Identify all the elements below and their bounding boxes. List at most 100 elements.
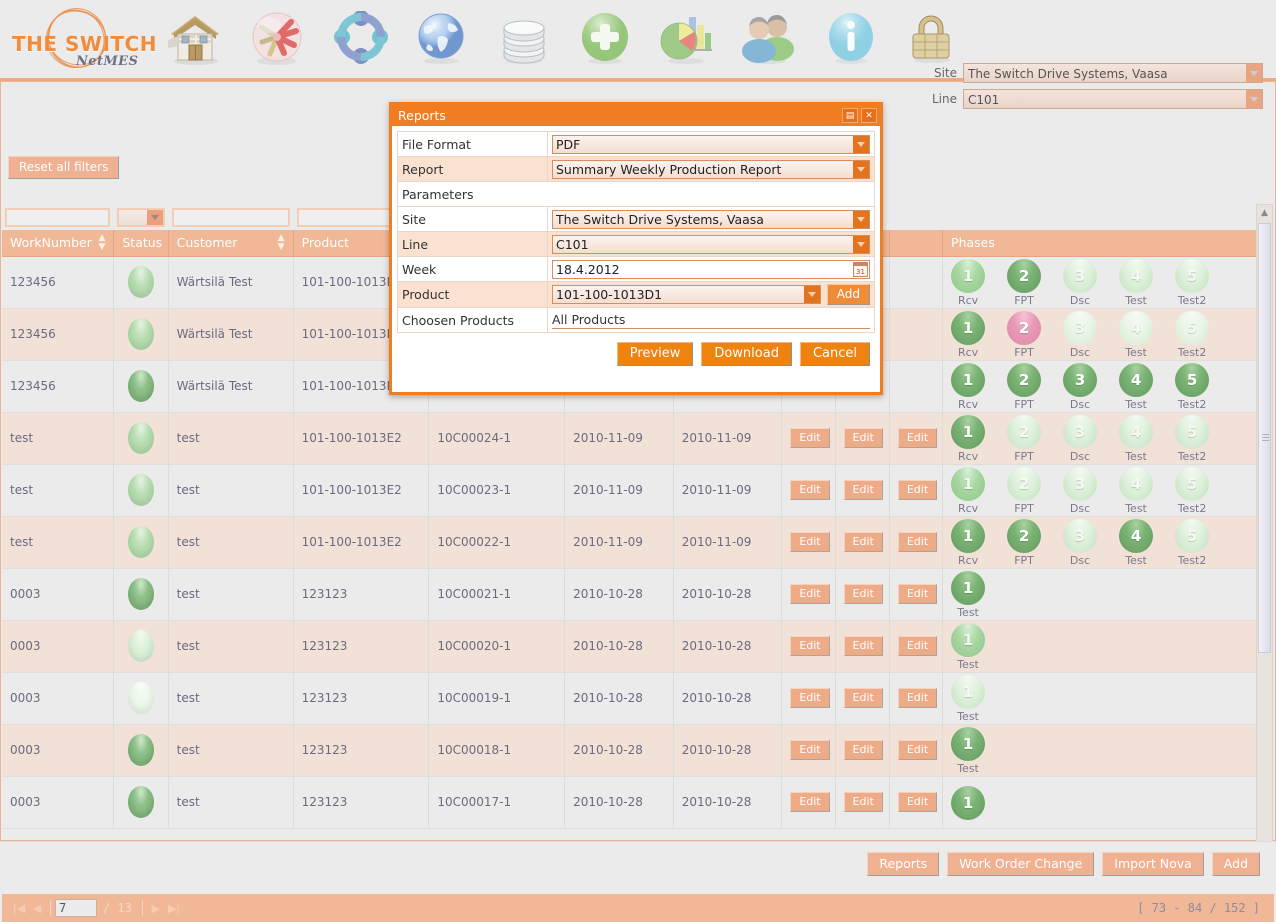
- table-row[interactable]: 0003 test 123123 10C00019-1 2010-10-28 2010-1…: [2, 672, 1257, 725]
- globe-icon[interactable]: [410, 8, 472, 70]
- edit-button[interactable]: Edit: [897, 532, 938, 552]
- edit-button[interactable]: Edit: [790, 584, 830, 604]
- param-week-input[interactable]: 18.4.2012 31: [552, 259, 870, 279]
- phase-item[interactable]: 5 Test2: [1175, 415, 1210, 463]
- scroll-up-arrow-icon[interactable]: ▲: [1257, 205, 1272, 221]
- phase-item[interactable]: 2 FPT: [1007, 467, 1042, 515]
- edit-button[interactable]: Edit: [843, 688, 883, 708]
- phase-item[interactable]: 3 Dsc: [1063, 415, 1098, 463]
- phase-item[interactable]: 2 FPT: [1007, 519, 1042, 567]
- lock-icon[interactable]: [900, 8, 962, 70]
- phase-item[interactable]: 2 FPT: [1007, 415, 1042, 463]
- lifering-icon[interactable]: [330, 8, 392, 70]
- filter-text-input[interactable]: [5, 207, 111, 227]
- phase-item[interactable]: 5 Test2: [1175, 311, 1210, 359]
- phase-item[interactable]: 1 Test: [951, 623, 986, 671]
- file-format-select[interactable]: PDF: [552, 134, 870, 154]
- phase-item[interactable]: 1 Test: [951, 571, 986, 619]
- pager-prev-button[interactable]: ◀: [28, 899, 46, 917]
- phase-item[interactable]: 3 Dsc: [1063, 467, 1098, 515]
- site-filter-select[interactable]: The Switch Drive Systems, Vaasa: [963, 63, 1263, 83]
- phase-item[interactable]: 2 FPT: [1007, 363, 1042, 411]
- phase-item[interactable]: 3 Dsc: [1063, 259, 1098, 307]
- edit-button[interactable]: Edit: [843, 532, 883, 552]
- phase-item[interactable]: 4 Test: [1119, 519, 1154, 567]
- phase-item[interactable]: 5 Test2: [1175, 363, 1210, 411]
- phase-item[interactable]: 1 Test: [951, 675, 986, 723]
- column-header-worknumber[interactable]: WorkNumber ▲ ▼: [2, 230, 115, 257]
- phase-item[interactable]: 2 FPT: [1007, 259, 1042, 307]
- edit-button[interactable]: Edit: [843, 792, 883, 812]
- edit-button[interactable]: Edit: [897, 688, 938, 708]
- table-row[interactable]: 0003 test 123123 10C00018-1 2010-10-28 2010-1…: [2, 724, 1257, 777]
- preview-button[interactable]: Preview: [616, 342, 694, 366]
- edit-button[interactable]: Edit: [790, 428, 830, 448]
- add-icon[interactable]: [574, 8, 636, 70]
- work-order-change-button[interactable]: Work Order Change: [947, 852, 1095, 876]
- reports-button[interactable]: Reports: [867, 852, 940, 876]
- edit-button[interactable]: Edit: [897, 636, 938, 656]
- table-row[interactable]: 0003 test 123123 10C00017-1 2010-10-28 2010-1…: [2, 776, 1257, 829]
- close-icon[interactable]: ✕: [861, 108, 877, 123]
- column-header-phases[interactable]: Phases: [942, 230, 1257, 257]
- scrollbar-thumb[interactable]: [1258, 223, 1271, 653]
- column-header-customer[interactable]: Customer ▲ ▼: [168, 230, 294, 257]
- edit-button[interactable]: Edit: [897, 480, 938, 500]
- table-row[interactable]: 0003 test 123123 10C00021-1 2010-10-28 2010-1…: [2, 568, 1257, 621]
- download-button[interactable]: Download: [701, 342, 792, 366]
- edit-button[interactable]: Edit: [790, 688, 830, 708]
- phase-item[interactable]: 5 Test2: [1175, 467, 1210, 515]
- edit-button[interactable]: Edit: [790, 532, 830, 552]
- phase-item[interactable]: 1 Rcv: [951, 519, 986, 567]
- edit-button[interactable]: Edit: [790, 480, 830, 500]
- edit-button[interactable]: Edit: [897, 792, 938, 812]
- edit-button[interactable]: Edit: [843, 480, 883, 500]
- pager-page-input[interactable]: [55, 899, 97, 917]
- edit-button[interactable]: Edit: [790, 740, 830, 760]
- edit-button[interactable]: Edit: [843, 584, 883, 604]
- edit-button[interactable]: Edit: [790, 636, 830, 656]
- table-row[interactable]: test test 101-100-1013E2 10C00023-1 2010-11-…: [2, 464, 1257, 517]
- phase-item[interactable]: 3 Dsc: [1063, 311, 1098, 359]
- phase-item[interactable]: 4 Test: [1119, 259, 1154, 307]
- restore-icon[interactable]: ▤: [842, 108, 858, 123]
- phase-item[interactable]: 1 Rcv: [951, 415, 986, 463]
- filter-status-dropdown[interactable]: [117, 207, 165, 227]
- line-filter-select[interactable]: C101: [963, 89, 1263, 109]
- phase-item[interactable]: 4 Test: [1119, 415, 1154, 463]
- info-icon[interactable]: [820, 8, 882, 70]
- reports-dialog-titlebar[interactable]: Reports ▤ ✕: [392, 105, 880, 126]
- table-row[interactable]: 0003 test 123123 10C00020-1 2010-10-28 2010-1…: [2, 620, 1257, 673]
- edit-button[interactable]: Edit: [790, 792, 830, 812]
- sort-arrows-icon[interactable]: ▲▼: [98, 233, 105, 252]
- report-select[interactable]: Summary Weekly Production Report: [552, 159, 870, 179]
- edit-button[interactable]: Edit: [843, 636, 883, 656]
- edit-button[interactable]: Edit: [897, 428, 938, 448]
- phase-item[interactable]: 1 Test: [951, 727, 986, 775]
- param-product-select[interactable]: 101-100-1013D1: [552, 285, 821, 304]
- grid-vertical-scrollbar[interactable]: ▲ ▼: [1256, 204, 1273, 892]
- table-row[interactable]: test test 101-100-1013E2 10C00022-1 2010-11-…: [2, 516, 1257, 569]
- phase-item[interactable]: 4 Test: [1119, 311, 1154, 359]
- phase-item[interactable]: 1 Rcv: [951, 259, 986, 307]
- add-product-button[interactable]: Add: [826, 284, 870, 305]
- param-site-select[interactable]: The Switch Drive Systems, Vaasa: [552, 209, 870, 229]
- reset-all-filters-button[interactable]: Reset all filters: [8, 156, 120, 179]
- phase-item[interactable]: 1: [951, 785, 986, 821]
- database-icon[interactable]: [493, 8, 555, 70]
- param-line-select[interactable]: C101: [552, 234, 870, 254]
- phase-item[interactable]: 5 Test2: [1175, 519, 1210, 567]
- table-row[interactable]: test test 101-100-1013E2 10C00024-1 2010-11-…: [2, 412, 1257, 465]
- pager-first-button[interactable]: |◀: [10, 899, 28, 917]
- phase-item[interactable]: 3 Dsc: [1063, 363, 1098, 411]
- phase-item[interactable]: 4 Test: [1119, 363, 1154, 411]
- pager-last-button[interactable]: ▶|: [165, 899, 183, 917]
- sort-arrows-icon[interactable]: ▲▼: [278, 233, 285, 252]
- users-icon[interactable]: [737, 8, 799, 70]
- phase-item[interactable]: 3 Dsc: [1063, 519, 1098, 567]
- filter-text-input[interactable]: [171, 207, 290, 227]
- phase-item[interactable]: 1 Rcv: [951, 467, 986, 515]
- add-button[interactable]: Add: [1211, 852, 1260, 876]
- edit-button[interactable]: Edit: [897, 584, 938, 604]
- pager-next-button[interactable]: ▶: [147, 899, 165, 917]
